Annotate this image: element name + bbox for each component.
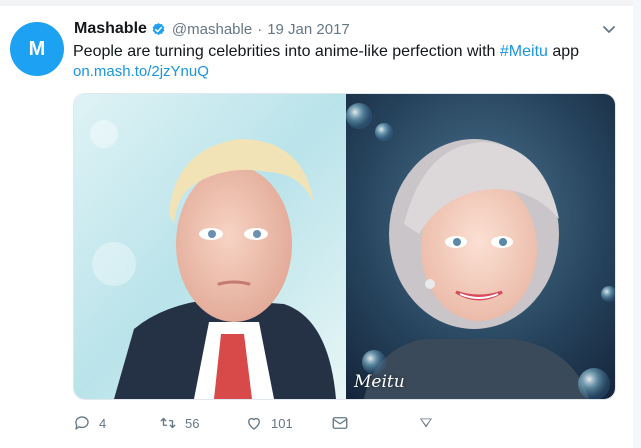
like-button[interactable]: 101 — [245, 410, 293, 436]
retweet-count: 56 — [185, 415, 200, 431]
avatar-letter: M — [28, 37, 46, 60]
meitu-watermark: Meitu — [354, 372, 405, 392]
scrollbar-track[interactable] — [633, 0, 641, 448]
verified-icon — [152, 22, 165, 35]
author-name[interactable]: Mashable — [74, 20, 147, 38]
reply-icon — [75, 416, 89, 430]
like-count: 101 — [271, 415, 293, 431]
action-bar: 4 56 101 — [73, 410, 593, 436]
tweet-date[interactable]: 19 Jan 2017 — [267, 21, 350, 38]
message-icon — [332, 417, 348, 429]
tweet-text: People are turning celebrities into anim… — [73, 42, 579, 62]
avatar[interactable]: M — [10, 22, 64, 76]
reply-count: 4 — [99, 415, 107, 431]
tweet-card: M Mashable @mashable · 19 Jan 2017 Peopl… — [0, 0, 641, 448]
divider — [0, 0, 641, 6]
hashtag-link[interactable]: #Meitu — [500, 43, 548, 60]
media-illustration — [74, 94, 615, 399]
like-icon — [248, 417, 260, 430]
bookmark-icon — [420, 418, 432, 428]
author-handle[interactable]: @mashable — [172, 21, 252, 38]
tweet-link[interactable]: on.mash.to/2jzYnuQ — [73, 63, 209, 80]
tweet-text-after: app — [547, 43, 580, 60]
message-button[interactable] — [331, 410, 357, 436]
caret-down-icon[interactable] — [601, 21, 617, 37]
media-image[interactable]: Meitu — [73, 93, 616, 400]
tweet-header: Mashable @mashable · 19 Jan 2017 — [74, 18, 350, 40]
retweet-button[interactable]: 56 — [159, 410, 199, 436]
bookmark-button[interactable] — [417, 410, 443, 436]
tweet-text-before: People are turning celebrities into anim… — [73, 43, 500, 60]
retweet-icon — [160, 417, 176, 429]
reply-button[interactable]: 4 — [73, 410, 106, 436]
separator: · — [257, 20, 263, 38]
